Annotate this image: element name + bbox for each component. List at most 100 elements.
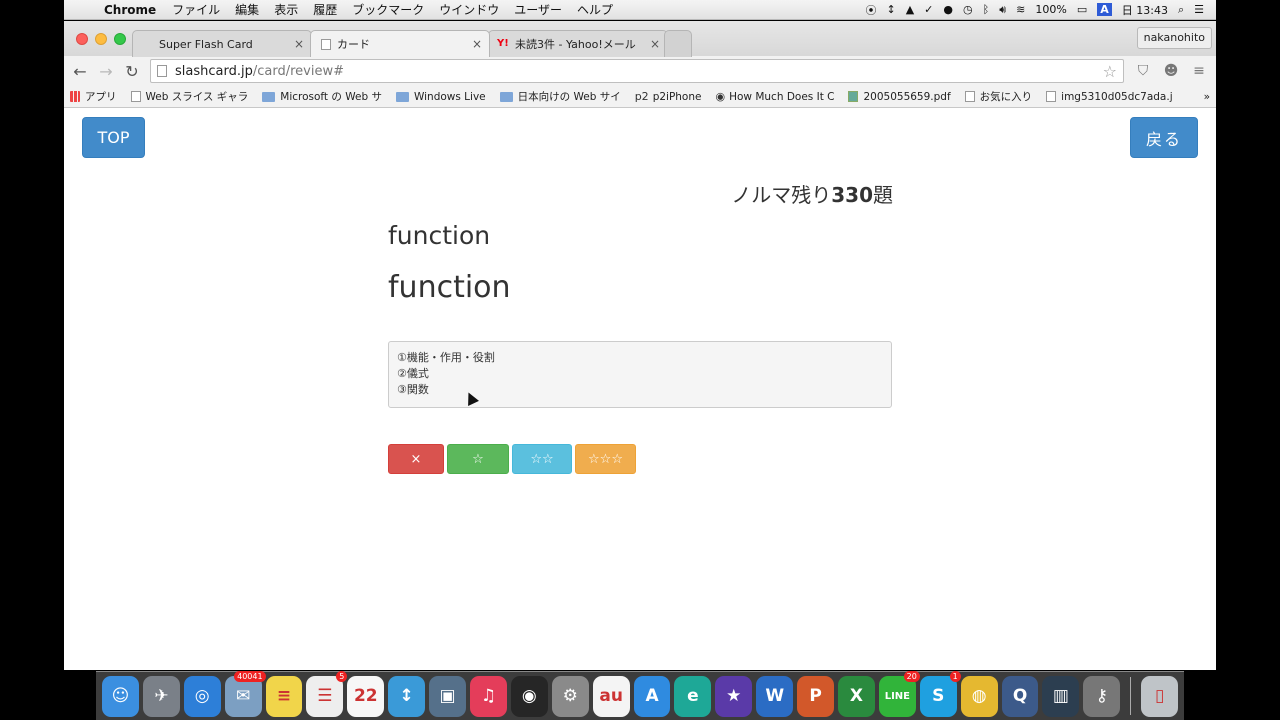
bookmark-windows-live[interactable]: Windows Live <box>395 90 486 103</box>
battery-icon[interactable]: ▭ <box>1077 3 1087 16</box>
volume-icon[interactable]: 🔊︎ <box>999 3 1006 17</box>
window-close-button[interactable] <box>76 33 88 45</box>
rate-wrong-button[interactable]: × <box>388 444 444 474</box>
dock-glyph: ✈ <box>154 686 169 706</box>
bookmark-label: Windows Live <box>413 90 486 103</box>
battery-percent[interactable]: 100% <box>1035 3 1066 16</box>
chrome-menu-icon[interactable]: ≡ <box>1190 63 1208 79</box>
resize-icon[interactable]: ↕ <box>388 675 426 717</box>
bookmark-label: p2iPhone <box>652 90 702 103</box>
bookmark-p2iphone[interactable]: p2 p2iPhone <box>635 90 702 103</box>
bookmark-japan-sites[interactable]: 日本向けの Web サイ <box>499 89 621 104</box>
bookmark-apps[interactable]: アプリ <box>70 89 117 104</box>
rate-two-star-button[interactable]: ☆☆ <box>512 444 572 474</box>
menu-file[interactable]: ファイル <box>172 1 220 18</box>
tab-close-icon[interactable]: × <box>650 37 660 51</box>
finder-icon[interactable]: ☺ <box>102 675 139 717</box>
forward-arrow-icon[interactable]: → <box>98 62 114 81</box>
keychain-icon[interactable]: ⚷ <box>1083 675 1121 717</box>
bookmark-label: 2005055659.pdf <box>863 90 951 103</box>
window-minimize-button[interactable] <box>95 33 107 45</box>
time-machine-icon[interactable]: ◷ <box>963 3 973 16</box>
avatar-extension-icon[interactable]: ☻ <box>1162 63 1180 79</box>
trash-icon[interactable]: ▯ <box>1141 675 1179 717</box>
menu-view[interactable]: 表示 <box>274 1 298 18</box>
au-icon[interactable]: au <box>592 675 630 717</box>
notes-icon[interactable]: ≡ <box>265 675 303 717</box>
check-icon[interactable]: ✓ <box>924 3 933 16</box>
menu-app-name[interactable]: Chrome <box>104 3 156 17</box>
chrome-icon[interactable]: ◍ <box>960 675 998 717</box>
address-bar[interactable]: slashcard.jp/card/review# ☆ <box>150 59 1124 83</box>
menu-bookmarks[interactable]: ブックマーク <box>352 1 424 18</box>
system-preferences-icon[interactable]: ⚙ <box>551 675 589 717</box>
tab-yahoo-mail[interactable]: Y! 未読3件 - Yahoo!メール × <box>488 30 668 57</box>
excel-icon[interactable]: X <box>838 675 875 717</box>
menu-clock[interactable]: 日 13:43 <box>1122 2 1168 18</box>
shield-extension-icon[interactable]: ⛉ <box>1134 63 1152 79</box>
books-icon[interactable]: ▥ <box>1042 675 1080 717</box>
back-arrow-icon[interactable]: ← <box>72 62 88 81</box>
notification-center-icon[interactable]: ☰ <box>1194 3 1204 16</box>
bookmark-how-much[interactable]: ◉ How Much Does It C <box>715 90 834 103</box>
rate-one-star-button[interactable]: ☆ <box>447 444 509 474</box>
dock-glyph: ☺ <box>111 686 130 706</box>
skype-icon[interactable]: S1 <box>919 670 961 717</box>
rate-three-star-button[interactable]: ☆☆☆ <box>575 444 636 474</box>
dvd-icon[interactable]: ◉ <box>510 675 548 717</box>
line-status-icon[interactable]: ● <box>943 3 953 16</box>
bookmark-star-icon[interactable]: ☆ <box>1103 62 1117 81</box>
safari-icon[interactable]: ◎ <box>183 675 221 717</box>
window-zoom-button[interactable] <box>114 33 126 45</box>
menu-history[interactable]: 履歴 <box>313 1 337 18</box>
reload-icon[interactable]: ↻ <box>124 62 140 81</box>
tab-close-icon[interactable]: × <box>294 37 304 51</box>
tab-card[interactable]: カード × <box>310 30 490 57</box>
browser-window: Super Flash Card × カード × Y! 未読3件 - Yahoo… <box>64 21 1216 670</box>
updown-icon[interactable]: ↕ <box>886 3 895 16</box>
tab-super-flash-card[interactable]: Super Flash Card × <box>132 30 312 57</box>
evernote-icon[interactable]: e <box>674 675 712 717</box>
menu-help[interactable]: ヘルプ <box>577 1 613 18</box>
profile-button[interactable]: nakanohito <box>1136 27 1212 49</box>
launchpad-icon[interactable]: ✈ <box>142 675 180 717</box>
dock-glyph: ◎ <box>194 686 210 706</box>
apps-icon <box>70 91 80 102</box>
spotlight-icon[interactable]: ⌕ <box>1178 3 1184 17</box>
menu-edit[interactable]: 編集 <box>235 1 259 18</box>
app-store-icon[interactable]: A <box>633 675 671 717</box>
quicktime-icon[interactable]: Q <box>1001 675 1039 717</box>
back-button[interactable]: 戻る <box>1130 117 1198 158</box>
word-icon[interactable]: W <box>756 675 794 717</box>
menu-window[interactable]: ウインドウ <box>439 1 499 18</box>
menu-user[interactable]: ユーザー <box>514 1 562 18</box>
bluetooth-icon[interactable]: ᛒ <box>983 3 990 16</box>
page-icon <box>1046 91 1057 102</box>
reminders-icon[interactable]: ☰ 5 <box>306 670 348 717</box>
tab-close-icon[interactable]: × <box>472 37 482 51</box>
drive-icon[interactable]: ▲ <box>906 3 914 16</box>
mail-icon[interactable]: ✉ 40041 <box>224 670 266 717</box>
quota-suffix: 題 <box>873 183 893 207</box>
bookmark-microsoft[interactable]: Microsoft の Web サ <box>262 89 382 104</box>
photos-icon[interactable]: ▣ <box>429 675 467 717</box>
meaning-line: ①機能・作用・役割 <box>397 351 495 364</box>
bookmark-label: 日本向けの Web サイ <box>517 91 621 103</box>
bookmark-label: アプリ <box>85 91 117 103</box>
line-icon[interactable]: LINE 20 <box>878 670 920 717</box>
itunes-icon[interactable]: ♫ <box>470 675 507 717</box>
calendar-icon[interactable]: 22 <box>347 675 385 717</box>
record-icon[interactable]: ⦿ <box>865 2 876 18</box>
bookmarks-overflow-icon[interactable]: » <box>1204 91 1216 103</box>
bookmark-pdf[interactable]: 2005055659.pdf <box>848 90 951 103</box>
bookmark-web-slice[interactable]: Web スライス ギャラ <box>130 89 248 104</box>
imovie-icon[interactable]: ★ <box>715 675 753 717</box>
new-tab-button[interactable] <box>664 30 692 57</box>
powerpoint-icon[interactable]: P <box>797 675 835 717</box>
top-button[interactable]: TOP <box>82 117 145 158</box>
input-method-indicator[interactable]: A <box>1097 3 1112 16</box>
url-path: /card/review# <box>252 63 344 79</box>
bookmark-img[interactable]: img5310d05dc7ada.j <box>1046 91 1173 103</box>
bookmark-favorites[interactable]: お気に入り <box>964 89 1032 104</box>
wifi-icon[interactable]: ≋ <box>1016 3 1025 16</box>
